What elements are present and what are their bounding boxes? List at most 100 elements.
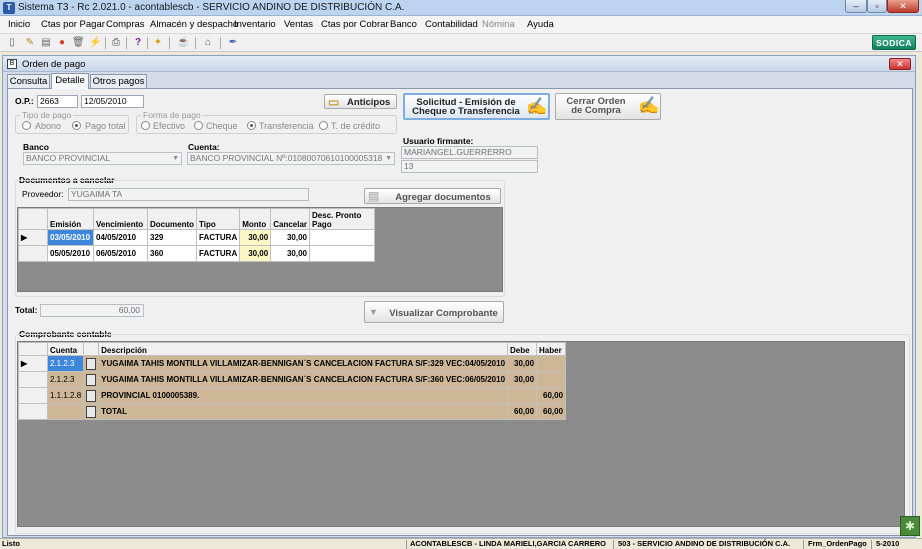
table-row[interactable]: 2.1.2.3 YUGAIMA TAHIS MONTILLA VILLAMIZA… [18,371,567,388]
cell-debe[interactable]: 30,00 [507,355,538,372]
cell-cuenta[interactable]: 1.1.1.2.8 [46,387,85,404]
menu-compras[interactable]: Compras [106,19,145,30]
gear-icon[interactable]: ✱ [900,516,920,536]
maximize-button[interactable]: ▫ [867,0,887,13]
solicitud-emision-button[interactable]: Solicitud - Emisión de Cheque o Transfer… [403,93,550,120]
usuario-code-field[interactable]: 13 [401,160,538,173]
op-number-field[interactable]: 2663 [37,95,78,108]
cell-descripcion[interactable]: YUGAIMA TAHIS MONTILLA VILLAMIZAR-BENNIG… [98,355,509,372]
col-descripcion[interactable]: Descripción [98,342,509,356]
cell-documento[interactable]: 360 [147,245,197,262]
table-row[interactable]: ▶ 2.1.2.3 YUGAIMA TAHIS MONTILLA VILLAMI… [18,355,567,372]
cell-desc-pronto-pago[interactable] [309,245,376,262]
cell-debe[interactable] [507,387,538,404]
abono-radio[interactable] [22,121,31,130]
close-button[interactable]: ✕ [887,0,919,13]
pen-icon[interactable]: ✒ [227,37,239,49]
save-icon[interactable]: ▤ [40,37,52,49]
table-row[interactable]: 1.1.1.2.8 PROVINCIAL 0100005389. 60,00 [18,387,567,404]
cell-lookup-button[interactable] [83,355,100,372]
minimize-button[interactable]: – [845,0,867,13]
cell-lookup-button[interactable] [83,371,100,388]
cell-cancelar[interactable]: 30,00 [270,245,311,262]
cell-monto[interactable]: 30,00 [239,229,272,246]
table-row[interactable]: ▶ 03/05/2010 04/05/2010 329 FACTURA 30,0… [18,229,376,246]
cell-emision[interactable]: 03/05/2010 [47,229,94,246]
cell-vencimiento[interactable]: 04/05/2010 [93,229,148,246]
cell-lookup-button[interactable] [83,403,100,420]
tdc-radio[interactable] [319,121,328,130]
broom-icon[interactable]: ✦ [152,37,164,49]
col-haber[interactable]: Haber [536,342,567,356]
menu-inventario[interactable]: Inventario [234,19,276,30]
cerrar-orden-button[interactable]: Cerrar Orden de Compra ✍ [555,93,661,120]
cell-emision[interactable]: 05/05/2010 [47,245,94,262]
cup-icon[interactable]: ☕ [177,37,189,49]
cell-haber[interactable]: 60,00 [536,387,567,404]
menu-nomina[interactable]: Nómina [482,19,515,30]
cell-monto[interactable]: 30,00 [239,245,272,262]
menu-ctas-por-cobrar[interactable]: Ctas por Cobrar [321,19,389,30]
total-field[interactable]: 60,00 [40,304,144,317]
banco-select[interactable]: BANCO PROVINCIAL ▼ [23,152,182,165]
col-tipo[interactable]: Tipo [195,208,241,230]
cell-vencimiento[interactable]: 06/05/2010 [93,245,148,262]
col-monto[interactable]: Monto [239,208,272,230]
flash-icon[interactable]: ⚡ [89,37,101,49]
col-debe[interactable]: Debe [507,342,538,356]
proveedor-field[interactable]: YUGAIMA TA [68,188,309,201]
tab-otros-pagos[interactable]: Otros pagos [90,74,147,89]
menu-ctas-por-pagar[interactable]: Ctas por Pagar [41,19,105,30]
record-icon[interactable]: ● [56,37,68,49]
col-vencimiento[interactable]: Vencimiento [93,208,148,230]
print-icon[interactable]: ⎙ [110,37,122,49]
menu-contabilidad[interactable]: Contabilidad [425,19,478,30]
cell-cuenta[interactable] [46,403,85,420]
cell-descripcion[interactable]: PROVINCIAL 0100005389. [98,387,509,404]
cell-documento[interactable]: 329 [147,229,197,246]
pago-total-radio[interactable] [72,121,81,130]
cell-cancelar[interactable]: 30,00 [270,229,311,246]
menu-banco[interactable]: Banco [390,19,417,30]
menu-inicio[interactable]: Inicio [8,19,30,30]
col-emision[interactable]: Emisión [47,208,94,230]
cell-descripcion[interactable]: TOTAL [98,403,509,420]
tab-detalle[interactable]: Detalle [51,73,89,89]
tab-consulta[interactable]: Consulta [7,74,50,89]
new-icon[interactable]: ▯ [6,37,18,49]
cell-descripcion[interactable]: YUGAIMA TAHIS MONTILLA VILLAMIZAR-BENNIG… [98,371,509,388]
cell-haber[interactable]: 60,00 [536,403,567,420]
cell-tipo[interactable]: FACTURA [195,229,241,246]
menu-ventas[interactable]: Ventas [284,19,313,30]
bank-icon[interactable]: ⌂ [202,37,214,49]
menu-ayuda[interactable]: Ayuda [527,19,554,30]
cell-desc-pronto-pago[interactable] [309,229,376,246]
op-date-field[interactable]: 12/05/2010 [81,95,144,108]
window-close-button[interactable]: ✕ [889,58,911,70]
visualizar-comprobante-button[interactable]: ▼ Visualizar Comprobante [364,301,504,323]
col-documento[interactable]: Documento [147,208,197,230]
cell-cuenta[interactable]: 2.1.2.3 [46,371,85,388]
cell-debe[interactable]: 30,00 [507,371,538,388]
col-desc-pronto-pago[interactable]: Desc. Pronto Pago [309,208,376,230]
table-row[interactable]: 05/05/2010 06/05/2010 360 FACTURA 30,00 … [18,245,376,262]
help-icon[interactable]: ? [132,37,144,49]
col-cancelar[interactable]: Cancelar [270,208,311,230]
cheque-radio[interactable] [194,121,203,130]
delete-icon[interactable]: 🗑 [72,37,85,49]
menu-almacen[interactable]: Almacén y despacho [150,19,238,30]
col-button[interactable] [83,342,100,356]
edit-icon[interactable]: ✎ [24,37,36,49]
cell-haber[interactable] [536,371,567,388]
cell-haber[interactable] [536,355,567,372]
agregar-documentos-button[interactable]: ▤ Agregar documentos [364,188,501,204]
cell-lookup-button[interactable] [83,387,100,404]
cell-cuenta[interactable]: 2.1.2.3 [46,355,85,372]
anticipos-button[interactable]: ▭ Anticipos [324,94,397,109]
cuenta-select[interactable]: BANCO PROVINCIAL Nº:01080070610100005318… [187,152,395,165]
cell-debe[interactable]: 60,00 [507,403,538,420]
usuario-name-field[interactable]: MARIANGEL.GUERRERRO [401,146,538,159]
transferencia-radio[interactable] [247,121,256,130]
table-row[interactable]: TOTAL 60,00 60,00 [18,403,567,420]
col-cuenta[interactable]: Cuenta [46,342,85,356]
